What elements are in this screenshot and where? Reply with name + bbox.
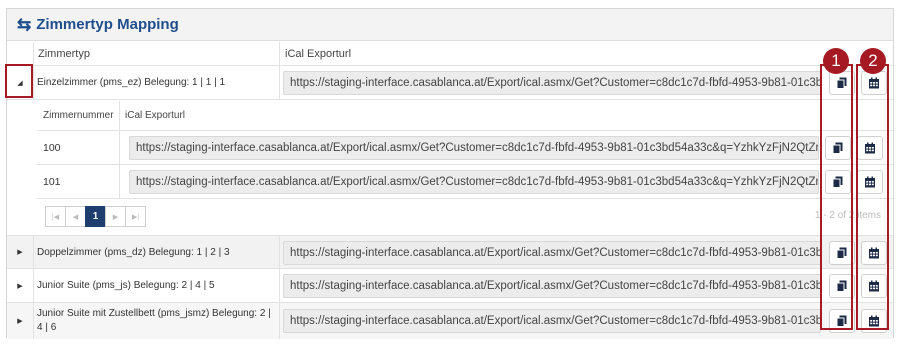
- column-header-ical-url: iCal Exporturl: [285, 47, 352, 60]
- annotation-badge-2: 2: [860, 48, 886, 74]
- grid-header-row: Zimmertyp iCal Exporturl: [7, 42, 893, 66]
- room-number: 101: [43, 175, 61, 188]
- room-type-name-line-2: 4 | 6: [37, 322, 57, 333]
- next-page-button[interactable]: ▶: [105, 206, 126, 227]
- room-type-name: Doppelzimmer (pms_dz) Belegung: 1 | 2 | …: [37, 247, 230, 258]
- ical-url-field[interactable]: https://staging-interface.casablanca.at/…: [129, 170, 819, 194]
- table-row: 100 https://staging-interface.casablanca…: [37, 131, 893, 165]
- column-header-room-number: Zimmernummer: [43, 110, 114, 121]
- table-row: ▶ Doppelzimmer (pms_dz) Belegung: 1 | 2 …: [7, 235, 893, 269]
- page-button-current[interactable]: 1: [85, 206, 106, 227]
- ical-url-field[interactable]: https://staging-interface.casablanca.at/…: [283, 241, 821, 265]
- room-type-name: Einzelzimmer (pms_ez) Belegung: 1 | 1 | …: [37, 77, 226, 88]
- panel-header: ⇆ Zimmertyp Mapping: [7, 9, 893, 41]
- room-type-name: Junior Suite (pms_js) Belegung: 2 | 4 | …: [37, 280, 215, 291]
- expand-toggle[interactable]: ▶: [7, 303, 33, 339]
- column-header-sub-ical-url: iCal Exporturl: [125, 110, 186, 121]
- room-number-detail-table: Zimmernummer iCal Exporturl 100 https://…: [37, 101, 893, 235]
- room-type-name-line-1: Junior Suite mit Zustellbett (pms_jsmz) …: [37, 308, 271, 319]
- ical-url-field[interactable]: https://staging-interface.casablanca.at/…: [129, 136, 819, 160]
- pager: |◀ ◀ 1 ▶ ▶|: [45, 206, 146, 227]
- first-page-button[interactable]: |◀: [45, 206, 66, 227]
- annotation-copy-column-highlight: [820, 64, 853, 330]
- annotation-calendar-column-highlight: [856, 64, 889, 330]
- ical-url-field[interactable]: https://staging-interface.casablanca.at/…: [283, 71, 821, 95]
- panel-title: Zimmertyp Mapping: [36, 16, 179, 33]
- table-row: ▶ Junior Suite mit Zustellbett (pms_jsmz…: [7, 303, 893, 339]
- expand-toggle[interactable]: ▶: [7, 236, 33, 268]
- room-number: 100: [43, 141, 61, 154]
- expand-toggle[interactable]: ▶: [7, 269, 33, 302]
- pager-row: |◀ ◀ 1 ▶ ▶| 1 - 2 of 2 items: [37, 199, 893, 235]
- swap-icon: ⇆: [17, 14, 32, 34]
- previous-page-button[interactable]: ◀: [65, 206, 86, 227]
- annotation-badge-1: 1: [823, 48, 849, 74]
- table-row: ▶ Junior Suite (pms_js) Belegung: 2 | 4 …: [7, 269, 893, 303]
- ical-url-field[interactable]: https://staging-interface.casablanca.at/…: [283, 274, 821, 298]
- last-page-button[interactable]: ▶|: [125, 206, 146, 227]
- zimmertyp-mapping-panel: ⇆ Zimmertyp Mapping Zimmertyp iCal Expor…: [6, 8, 894, 339]
- column-header-room-type: Zimmertyp: [38, 47, 90, 60]
- detail-header-row: Zimmernummer iCal Exporturl: [37, 101, 893, 131]
- table-row: ◢ Einzelzimmer (pms_ez) Belegung: 1 | 1 …: [7, 66, 893, 100]
- annotation-expand-highlight: [5, 64, 33, 98]
- table-row: 101 https://staging-interface.casablanca…: [37, 165, 893, 199]
- room-type-name: Junior Suite mit Zustellbett (pms_jsmz) …: [37, 307, 271, 335]
- ical-url-field[interactable]: https://staging-interface.casablanca.at/…: [283, 309, 821, 333]
